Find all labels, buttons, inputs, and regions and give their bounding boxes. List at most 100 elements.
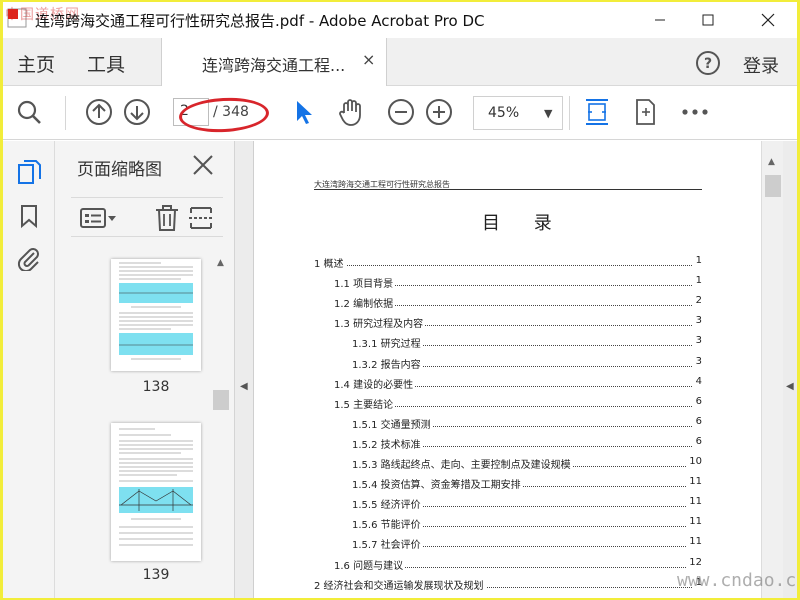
zoom-in-button[interactable]: [423, 96, 455, 128]
bookmark-icon[interactable]: [16, 203, 42, 229]
toc-entry[interactable]: 1.4 建设的必要性 4: [334, 375, 702, 391]
options-menu-icon[interactable]: [79, 204, 119, 232]
close-window-button[interactable]: [745, 2, 791, 38]
toc-entry[interactable]: 1.5.5 经济评价 11: [352, 496, 702, 512]
toc-entry[interactable]: 1.5.4 投资估算、资金筹措及工期安排 11: [352, 476, 702, 492]
more-tools-button[interactable]: [679, 96, 711, 128]
menu-tools[interactable]: 工具: [87, 50, 125, 77]
page-thumbnails-icon[interactable]: [16, 159, 42, 185]
toc-title: 目 录: [482, 213, 566, 234]
thumbnail-scrollbar-thumb[interactable]: [213, 390, 229, 410]
right-panel-collapse-bar[interactable]: ◀: [783, 141, 797, 598]
toc-entry[interactable]: 1.5.3 路线起终点、走向、主要控制点及建设规模 10: [352, 456, 702, 471]
toc-entry-page: 2: [693, 295, 702, 307]
toc-entry-page: 11: [687, 536, 702, 548]
left-panel-collapse-bar[interactable]: ◀: [235, 141, 253, 598]
thumbnail-page-number: 139: [142, 567, 170, 583]
split-page-icon[interactable]: [187, 204, 215, 232]
menu-tab-bar: 主页 工具 连湾跨海交通工程... × ? 登录: [3, 38, 797, 86]
thumbnail-page-content: [119, 428, 193, 546]
toc-entry[interactable]: 1.3.2 报告内容 3: [352, 355, 702, 371]
hand-icon: [339, 99, 361, 126]
zoom-out-button[interactable]: [385, 96, 417, 128]
toc-entry[interactable]: 1.5 主要结论 6: [334, 395, 702, 411]
zoom-level-dropdown[interactable]: 45% ▼: [473, 96, 563, 130]
toc-entry[interactable]: 1.3.1 研究过程 3: [352, 335, 702, 351]
close-panel-icon[interactable]: [191, 153, 215, 177]
zoom-in-icon: [426, 99, 452, 125]
page-thumbnail[interactable]: [111, 423, 201, 561]
page-thumbnail[interactable]: [111, 259, 201, 371]
toc-entry[interactable]: 1.3 研究过程及内容 3: [334, 315, 702, 331]
maximize-button[interactable]: [685, 2, 731, 38]
toc-entry-page: 3: [693, 335, 702, 347]
toc-entry-text: 1.3 研究过程及内容: [334, 315, 426, 331]
toc-entry-page: 1: [693, 255, 702, 266]
thumbnail-page-content: [119, 262, 193, 360]
document-tab[interactable]: 连湾跨海交通工程... ×: [161, 38, 387, 86]
minimize-icon: [655, 19, 665, 21]
search-button[interactable]: [13, 96, 45, 128]
login-link[interactable]: 登录: [743, 52, 779, 78]
hand-tool-button[interactable]: [335, 96, 367, 128]
toc-entry[interactable]: 1.6 问题与建议 12: [334, 556, 702, 572]
menu-home[interactable]: 主页: [17, 50, 55, 77]
toc-entry[interactable]: 1.2 编制依据 2: [334, 295, 702, 311]
document-tab-close-button[interactable]: ×: [362, 50, 375, 69]
window-title: 连湾跨海交通工程可行性研究总报告.pdf - Adobe Acrobat Pro…: [35, 12, 485, 30]
toc-entry-text: 1.5.5 经济评价: [352, 496, 423, 512]
panel-toolbar: [71, 197, 223, 237]
svg-text:?: ?: [704, 56, 712, 72]
watermark-bottom-right: www.cndao.com: [677, 570, 797, 591]
toc-entry-page: 12: [687, 556, 702, 568]
attachment-icon[interactable]: [16, 245, 42, 271]
help-icon[interactable]: ?: [695, 50, 721, 76]
thumbnail-scrollbar[interactable]: ▲: [212, 256, 230, 596]
toc-entry-page: 11: [687, 516, 702, 528]
chevron-down-icon: ▼: [544, 107, 553, 120]
select-tool-button[interactable]: [287, 96, 319, 128]
toc-entry-text: 1.6 问题与建议: [334, 556, 406, 572]
toc-entry-text: 1.3.2 报告内容: [352, 355, 423, 371]
toolbar-divider: [65, 96, 66, 130]
toc-entry-text: 1.3.1 研究过程: [352, 335, 423, 351]
close-icon: [761, 13, 775, 27]
toc-entry[interactable]: 1.5.7 社会评价 11: [352, 536, 702, 552]
delete-page-icon[interactable]: [153, 204, 181, 232]
toc-entry-page: 6: [693, 395, 702, 407]
rotate-page-button[interactable]: [629, 96, 661, 128]
page-rotate-icon: [636, 99, 655, 125]
document-view[interactable]: 大连湾跨海交通工程可行性研究总报告 目 录 1 概述 1 1.1 项目背景 1 1.2 …: [253, 141, 761, 598]
toc-entry-page: 10: [687, 456, 702, 467]
document-scrollbar[interactable]: ▲: [761, 141, 783, 598]
toc-entry-page: 4: [693, 375, 702, 387]
toc-entry[interactable]: 1.5.1 交通量预测 6: [352, 415, 702, 431]
toc-leader-dots: [314, 265, 692, 266]
minimize-button[interactable]: [637, 2, 683, 38]
scroll-up-arrow-icon[interactable]: ▲: [768, 157, 775, 167]
toc-entry[interactable]: 1.5.6 节能评价 11: [352, 516, 702, 532]
pointer-arrow-icon: [297, 101, 312, 124]
toc-entry-text: 1.1 项目背景: [334, 275, 396, 291]
toc-entry[interactable]: 1.1 项目背景 1: [334, 275, 702, 291]
navigation-rail: [3, 141, 55, 598]
next-page-button[interactable]: [121, 96, 153, 128]
document-tab-label: 连湾跨海交通工程...: [202, 56, 346, 75]
toc-entry-text: 1.2 编制依据: [334, 295, 396, 311]
toc-entry-page: 6: [693, 415, 702, 427]
toc-entry[interactable]: 1 概述 1: [314, 255, 702, 270]
toc-entry-text: 1 概述: [314, 255, 346, 270]
toc-entry-text: 1.4 建设的必要性: [334, 375, 416, 391]
fit-width-button[interactable]: [581, 96, 613, 128]
toc-entry-text: 1.5.1 交通量预测: [352, 415, 433, 431]
toc-entry[interactable]: 2 经济社会和交通运输发展现状及规划 1: [314, 576, 702, 592]
document-scrollbar-thumb[interactable]: [765, 175, 781, 197]
toc-entry-page: 11: [687, 496, 702, 508]
panel-title: 页面缩略图: [77, 160, 162, 180]
toc-entry-text: 1.5.7 社会评价: [352, 536, 423, 552]
zoom-level-value: 45%: [488, 105, 520, 121]
toc-entry-text: 1.5.4 投资估算、资金筹措及工期安排: [352, 476, 523, 492]
previous-page-button[interactable]: [83, 96, 115, 128]
toc-entry[interactable]: 1.5.2 技术标准 6: [352, 435, 702, 451]
scroll-up-arrow-icon[interactable]: ▲: [217, 258, 224, 268]
